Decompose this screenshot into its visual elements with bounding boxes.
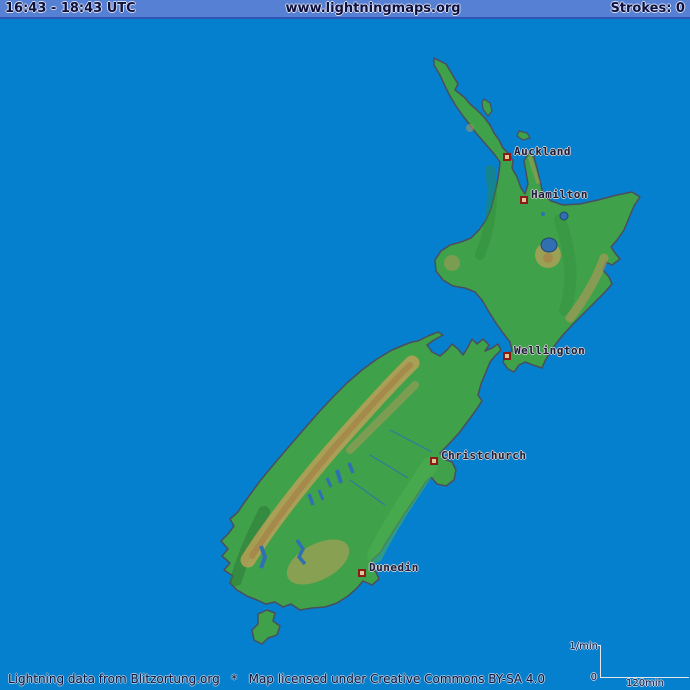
city-christchurch: Christchurch [430, 457, 438, 465]
city-wellington: Wellington [503, 352, 511, 360]
northland-hills [466, 124, 474, 132]
lightning-map-app: 16:43 - 18:43 UTC www.lightningmaps.org … [0, 0, 690, 690]
strokes-counter: Strokes: 0 [610, 0, 685, 18]
central-plateau-peak [543, 253, 553, 263]
great-barrier-island [482, 99, 492, 116]
lake-rotorua [560, 212, 568, 220]
city-auckland: Auckland [503, 153, 511, 161]
city-marker [358, 569, 366, 577]
city-label: Christchurch [441, 449, 526, 462]
ni-small-lake [541, 212, 545, 216]
city-marker [520, 196, 528, 204]
waiheke-island [517, 131, 530, 140]
rate-axis-max-label: 1/min [569, 641, 598, 652]
city-dunedin: Dunedin [358, 569, 366, 577]
map-canvas[interactable]: Auckland Hamilton Wellington Christchurc… [0, 0, 690, 690]
site-title[interactable]: www.lightningmaps.org [286, 0, 461, 18]
city-label: Dunedin [369, 561, 419, 574]
lake-taupo [541, 238, 557, 252]
mt-taranaki [444, 255, 460, 271]
city-label: Auckland [514, 145, 571, 158]
city-marker [503, 352, 511, 360]
city-marker [430, 457, 438, 465]
new-zealand-map [0, 0, 690, 690]
city-hamilton: Hamilton [520, 196, 528, 204]
north-island [434, 58, 640, 372]
city-label: Wellington [514, 344, 585, 357]
stewart-island [252, 610, 280, 644]
time-range: 16:43 - 18:43 UTC [5, 0, 136, 18]
city-marker [503, 153, 511, 161]
city-label: Hamilton [531, 188, 588, 201]
rate-axis-time-label: 120min [626, 678, 664, 689]
top-bar: 16:43 - 18:43 UTC www.lightningmaps.org … [0, 0, 690, 19]
rate-axis-zero-label: 0 [591, 672, 597, 683]
stroke-rate-chart: 1/min 0 120min [600, 645, 689, 678]
attribution-text: Lightning data from Blitzortung.org * Ma… [8, 672, 545, 686]
